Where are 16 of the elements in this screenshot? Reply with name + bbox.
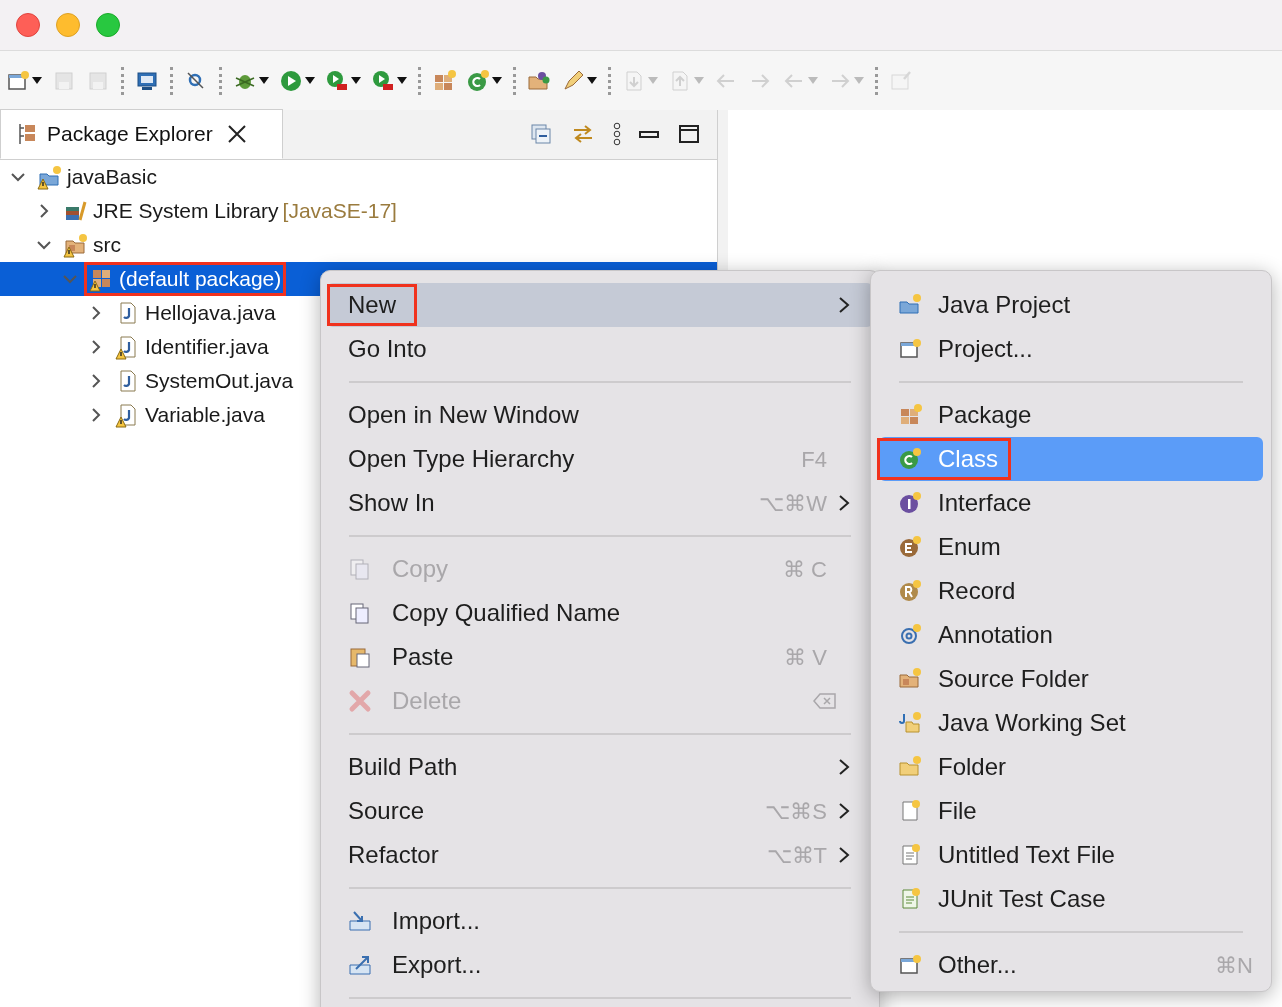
shortcut-text: ⌥⌘S xyxy=(765,797,827,826)
shortcut-text: ⌥⌘W xyxy=(759,489,827,518)
shortcut-text: ⌘N xyxy=(1215,951,1253,980)
tree-label: (default package) xyxy=(119,266,282,293)
shortcut-text: ⌥⌘T xyxy=(766,841,827,870)
tree-decoration: [JavaSE-17] xyxy=(282,198,397,225)
shortcut-text: ⌘ C xyxy=(783,555,827,584)
tree-label: src xyxy=(93,232,121,259)
tree-label: Hellojava.java xyxy=(145,300,276,327)
tree-label: Identifier.java xyxy=(145,334,269,361)
tree-label: JRE System Library xyxy=(93,198,279,225)
shortcut-text: ⌘ V xyxy=(784,643,827,672)
tree-label: javaBasic xyxy=(67,164,157,191)
tree-label: Variable.java xyxy=(145,402,265,429)
shortcut-text: F4 xyxy=(801,445,827,474)
tree-label: SystemOut.java xyxy=(145,368,294,395)
